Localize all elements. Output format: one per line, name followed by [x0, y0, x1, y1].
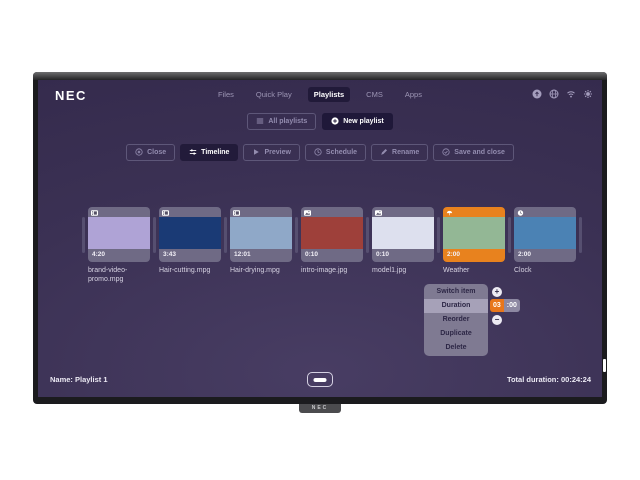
upload-circle-icon[interactable]: [532, 89, 542, 99]
clip-name: model1.jpg: [372, 266, 434, 275]
clip-thumbnail: [230, 217, 292, 249]
clip-duration: 12:01: [230, 249, 292, 262]
timeline-clip-brand-video-promo-mpg[interactable]: 4:20 brand-video-promo.mpg: [88, 207, 150, 285]
clip-name: Clock: [514, 266, 576, 275]
timeline-button[interactable]: Timeline: [180, 144, 238, 161]
timeline-clip-hair-cutting-mpg[interactable]: 3:43 Hair-cutting.mpg: [159, 207, 221, 275]
playlist-actions: All playlists New playlist: [38, 113, 602, 130]
wifi-icon[interactable]: [566, 89, 576, 99]
monitor-bezel: NEC FilesQuick PlayPlaylistsCMSApps All …: [33, 72, 607, 404]
duration-value-input[interactable]: 03 :00: [490, 299, 520, 312]
close-button[interactable]: Close: [126, 144, 175, 161]
new-playlist-button[interactable]: New playlist: [322, 113, 392, 130]
top-nav: Files Quick Play Playlists CMS Apps: [38, 87, 602, 102]
film-icon: [162, 207, 169, 221]
pencil-icon: [380, 148, 388, 158]
clip-context-menu: Switch itemDurationReorderDuplicateDelet…: [424, 284, 488, 356]
clip-thumbnail: [514, 217, 576, 249]
bezel-nec-label: NEC: [299, 404, 341, 413]
duration-decrease-button[interactable]: −: [492, 315, 502, 325]
drag-handle[interactable]: [579, 217, 582, 253]
clip-thumbnail: [159, 217, 221, 249]
plus-circle-icon: [331, 117, 339, 127]
play-icon: [252, 148, 260, 158]
clip-name: intro-image.jpg: [301, 266, 363, 275]
screen: NEC FilesQuick PlayPlaylistsCMSApps All …: [38, 80, 602, 397]
clip-thumbnail: [88, 217, 150, 249]
film-icon: [91, 207, 98, 221]
rename-button[interactable]: Rename: [371, 144, 428, 161]
drag-handle[interactable]: [508, 217, 511, 253]
menu-item-delete[interactable]: Delete: [424, 341, 488, 355]
sliders-icon: [189, 148, 197, 158]
tray-handle-button[interactable]: [307, 372, 333, 387]
clip-duration: 2:00: [443, 249, 505, 262]
film-icon: [233, 207, 240, 221]
preview-button[interactable]: Preview: [243, 144, 299, 161]
clip-name: Weather: [443, 266, 505, 275]
drag-handle[interactable]: [366, 217, 369, 253]
clip-name: brand-video-promo.mpg: [88, 266, 150, 285]
clip-duration: 4:20: [88, 249, 150, 262]
total-duration-label: Total duration: 00:24:24: [507, 375, 591, 384]
playlist-name-label: Name: Playlist 1: [50, 375, 108, 384]
clip-duration: 0:10: [301, 249, 363, 262]
schedule-button[interactable]: Schedule: [305, 144, 366, 161]
power-indicator: [603, 359, 606, 372]
clip-duration: 2:00: [514, 249, 576, 262]
timeline-clip-weather[interactable]: 2:00 Weather: [443, 207, 505, 275]
clip-name: Hair-cutting.mpg: [159, 266, 221, 275]
umbrella-icon: [446, 207, 453, 221]
tab-cms[interactable]: CMS: [360, 87, 389, 102]
clip-thumbnail: [372, 217, 434, 249]
drag-handle[interactable]: [153, 217, 156, 253]
drag-handle[interactable]: [82, 217, 85, 253]
tab-quick-play[interactable]: Quick Play: [250, 87, 298, 102]
menu-item-duration[interactable]: Duration: [424, 299, 488, 313]
menu-item-reorder[interactable]: Reorder: [424, 313, 488, 327]
menu-item-switch-item[interactable]: Switch item: [424, 285, 488, 299]
clip-duration: 3:43: [159, 249, 221, 262]
duration-seconds[interactable]: :00: [504, 299, 520, 312]
timeline-toolbar: Close Timeline Preview Schedule Rename Save a…: [38, 144, 602, 161]
globe-icon[interactable]: [549, 89, 559, 99]
status-bar: Name: Playlist 1 Total duration: 00:24:2…: [38, 372, 602, 390]
duration-minutes[interactable]: 03: [490, 299, 504, 312]
tab-playlists[interactable]: Playlists: [308, 87, 350, 102]
system-icons: [532, 89, 593, 99]
check-circle-icon: [442, 148, 450, 158]
timeline-clip-intro-image-jpg[interactable]: 0:10 intro-image.jpg: [301, 207, 363, 275]
drag-handle[interactable]: [295, 217, 298, 253]
clip-duration: 0:10: [372, 249, 434, 262]
timeline-row: 4:20 brand-video-promo.mpg 3:43 Hair-cuttin…: [79, 207, 585, 285]
tab-files[interactable]: Files: [212, 87, 240, 102]
clip-thumbnail: [301, 217, 363, 249]
all-playlists-button[interactable]: All playlists: [247, 113, 316, 130]
hamburger-icon: [256, 117, 264, 127]
save-and-close-button[interactable]: Save and close: [433, 144, 514, 161]
clock-icon: [517, 207, 524, 221]
timeline-clip-model1-jpg[interactable]: 0:10 model1.jpg: [372, 207, 434, 275]
drag-handle[interactable]: [224, 217, 227, 253]
timeline-clip-hair-drying-mpg[interactable]: 12:01 Hair-drying.mpg: [230, 207, 292, 275]
duration-increase-button[interactable]: +: [492, 287, 502, 297]
clip-thumbnail: [443, 217, 505, 249]
menu-item-duplicate[interactable]: Duplicate: [424, 327, 488, 341]
timeline-clip-clock[interactable]: 2:00 Clock: [514, 207, 576, 275]
tab-apps[interactable]: Apps: [399, 87, 428, 102]
drag-handle[interactable]: [437, 217, 440, 253]
tray-handle-bar-icon: [314, 378, 327, 382]
gear-icon[interactable]: [583, 89, 593, 99]
clock-icon: [314, 148, 322, 158]
image-icon: [375, 207, 382, 221]
image-icon: [304, 207, 311, 221]
clip-name: Hair-drying.mpg: [230, 266, 292, 275]
close-circle-icon: [135, 148, 143, 158]
